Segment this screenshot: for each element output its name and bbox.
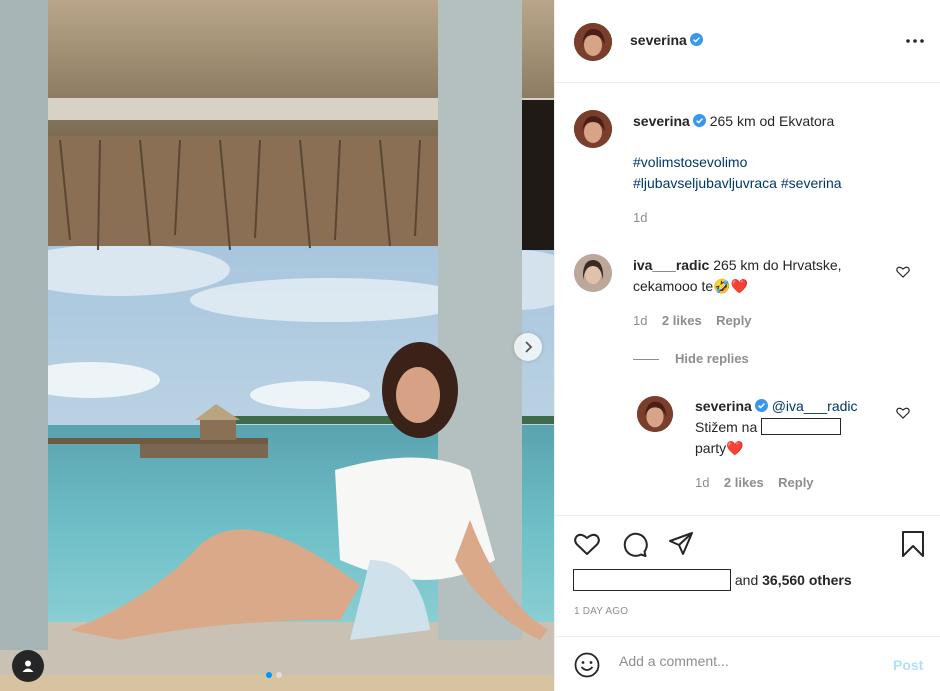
verified-badge-icon <box>754 399 768 412</box>
comment-meta: 1d 2 likes Reply <box>633 313 752 328</box>
likes-count[interactable]: 36,560 others <box>762 572 852 588</box>
comment-reply-button[interactable]: Reply <box>716 313 751 328</box>
caption-avatar[interactable] <box>574 110 612 148</box>
more-horizontal-icon[interactable] <box>903 34 927 48</box>
photo-scene <box>0 0 554 691</box>
post-photo[interactable] <box>0 0 554 691</box>
reply-age[interactable]: 1d <box>695 475 709 490</box>
verified-badge-icon <box>692 114 706 127</box>
divider <box>633 359 659 361</box>
avatar-image <box>574 110 612 148</box>
likes-and: and <box>734 572 759 588</box>
post-timestamp[interactable]: 1 DAY AGO <box>574 606 628 617</box>
author-username[interactable]: severina <box>630 32 687 48</box>
reply-username[interactable]: severina <box>695 398 752 414</box>
avatar-image <box>574 23 612 61</box>
hashtag-link[interactable]: #severina <box>781 175 842 191</box>
post-header: severina <box>555 0 940 83</box>
comment: iva___radic 265 km do Hrvatske, cekamooo… <box>633 255 893 297</box>
reply: severina @iva___radic Stižem na party❤️ <box>695 396 895 459</box>
hide-replies-button[interactable]: Hide replies <box>633 351 749 366</box>
reply-text-before: Stižem na <box>695 419 758 435</box>
comment-text-line1: 265 km do Hrvatske, <box>713 257 842 273</box>
carousel-dots <box>266 672 282 678</box>
carousel-dot-active <box>266 672 272 678</box>
reply-reply-button[interactable]: Reply <box>778 475 813 490</box>
hashtag-link[interactable]: #volimstosevolimo <box>633 154 747 170</box>
bookmark-icon[interactable] <box>899 530 927 558</box>
redacted-liker <box>573 569 731 591</box>
paper-plane-icon[interactable] <box>667 530 695 558</box>
user-tag-icon <box>22 660 34 672</box>
reply-like-heart-icon[interactable] <box>896 406 910 420</box>
verified-badge-icon <box>689 33 703 46</box>
reply-meta: 1d 2 likes Reply <box>695 475 814 490</box>
caption: severina 265 km od Ekvatora <box>633 111 923 132</box>
reply-emoji: ❤️ <box>726 440 744 456</box>
hide-replies-label: Hide replies <box>675 351 749 366</box>
comment-like-heart-icon[interactable] <box>896 265 910 279</box>
comment-likes[interactable]: 2 likes <box>662 313 702 328</box>
caption-age[interactable]: 1d <box>633 210 647 225</box>
smiley-icon[interactable] <box>573 651 601 679</box>
commenter-avatar[interactable] <box>574 254 612 292</box>
post-details-pane: severina severina 265 km od Ekvatora #vo… <box>554 0 940 691</box>
comment-emoji: 🤣❤️ <box>713 278 749 294</box>
reply-avatar[interactable] <box>637 396 673 432</box>
likes-summary: and 36,560 others <box>573 569 852 591</box>
caption-username[interactable]: severina <box>633 113 690 129</box>
comment-input[interactable] <box>619 653 879 669</box>
comment-icon[interactable] <box>620 530 648 558</box>
caption-hashtags: #volimstosevolimo #ljubavseljubavljuvrac… <box>633 152 842 194</box>
post-comment-button[interactable]: Post <box>893 657 923 673</box>
reply-likes[interactable]: 2 likes <box>724 475 764 490</box>
chevron-right-icon <box>525 341 533 353</box>
heart-icon[interactable] <box>573 530 601 558</box>
author-avatar[interactable] <box>574 23 612 61</box>
comment-text-line2: cekamooo te <box>633 278 714 294</box>
reply-text-after: party <box>695 440 727 456</box>
commenter-username[interactable]: iva___radic <box>633 257 709 273</box>
hashtag-link[interactable]: #ljubavseljubavljuvraca <box>633 175 777 191</box>
avatar-image <box>637 396 673 432</box>
avatar-image <box>574 254 612 292</box>
next-photo-button[interactable] <box>514 333 542 361</box>
caption-text: 265 km od Ekvatora <box>709 113 835 129</box>
post-actions: and 36,560 others 1 DAY AGO <box>555 515 940 630</box>
comment-age[interactable]: 1d <box>633 313 647 328</box>
redacted-box <box>761 418 842 435</box>
carousel-dot <box>276 672 282 678</box>
tagged-users-button[interactable] <box>12 650 44 682</box>
add-comment-bar: Post <box>555 636 940 691</box>
reply-mention[interactable]: @iva___radic <box>772 398 858 414</box>
